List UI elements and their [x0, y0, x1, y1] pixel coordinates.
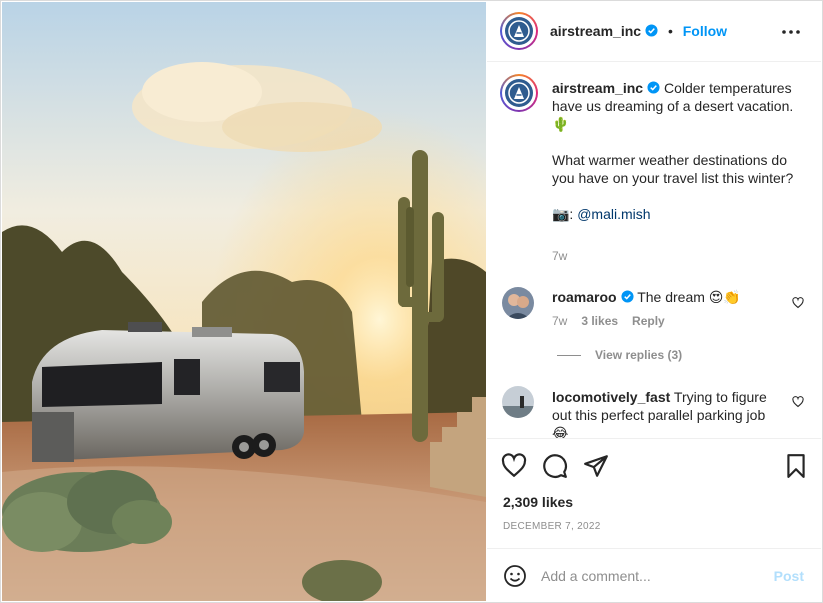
replies-line: [557, 355, 581, 357]
post-caption: airstream_inc Colder temperatures have u…: [552, 79, 802, 223]
bookmark-icon[interactable]: [783, 453, 809, 479]
comments-list[interactable]: airstream_inc Colder temperatures have u…: [487, 63, 821, 438]
commenter-avatar[interactable]: [502, 386, 534, 418]
verified-icon: [645, 24, 658, 37]
comment-text: The dream 😍👏: [637, 289, 741, 305]
comment-likes-link[interactable]: 3 likes: [581, 314, 618, 328]
avatar[interactable]: [500, 12, 538, 50]
header-user: airstream_inc • Follow: [550, 23, 727, 39]
commenter-avatar[interactable]: [502, 287, 534, 319]
comment-age: 7w: [552, 314, 568, 328]
comment-like-heart-icon[interactable]: [792, 297, 804, 309]
comment-like-heart-icon[interactable]: [792, 396, 804, 408]
share-icon[interactable]: [583, 453, 609, 479]
caption-timestamp: 7w: [552, 249, 568, 263]
comment-username[interactable]: roamaroo: [552, 289, 617, 305]
caption-avatar[interactable]: [500, 74, 538, 112]
caption-username[interactable]: airstream_inc: [552, 80, 643, 96]
post-side-panel: airstream_inc • Follow airstream_inc Col…: [487, 0, 823, 603]
camera-emoji: 📷:: [552, 206, 574, 222]
comment-meta: 7w 3 likes Reply: [552, 314, 665, 328]
likes-count[interactable]: 2,309 likes: [503, 494, 573, 510]
username-link[interactable]: airstream_inc: [550, 23, 641, 39]
desert-airstream-photo: [2, 2, 486, 601]
comment-item: locomotively_fast Trying to figure out t…: [552, 388, 782, 438]
verified-icon: [647, 81, 660, 94]
like-heart-icon[interactable]: [501, 453, 527, 479]
emoji-icon[interactable]: [503, 564, 527, 588]
post-date: DECEMBER 7, 2022: [503, 521, 601, 532]
comment-icon[interactable]: [542, 453, 568, 479]
airstream-logo-icon: [505, 17, 533, 45]
post-comment-button[interactable]: Post: [774, 568, 804, 584]
view-replies-button[interactable]: View replies (3): [557, 348, 682, 362]
comment-username[interactable]: locomotively_fast: [552, 389, 670, 405]
verified-icon: [621, 290, 634, 303]
more-options-icon[interactable]: [781, 22, 801, 42]
mention-link[interactable]: @mali.mish: [577, 206, 650, 222]
reply-button[interactable]: Reply: [632, 314, 665, 328]
caption-question: What warmer weather destinations do you …: [552, 152, 794, 186]
add-comment-input[interactable]: [541, 566, 761, 586]
post-actions: 2,309 likes DECEMBER 7, 2022: [487, 438, 821, 548]
follow-button[interactable]: Follow: [683, 23, 727, 39]
separator-dot: •: [667, 23, 673, 39]
comment-composer: Post: [487, 548, 821, 603]
comment-item: roamaroo The dream 😍👏: [552, 288, 782, 306]
airstream-logo-icon: [505, 79, 533, 107]
post-photo[interactable]: [2, 2, 486, 601]
post-header: airstream_inc • Follow: [487, 0, 821, 62]
